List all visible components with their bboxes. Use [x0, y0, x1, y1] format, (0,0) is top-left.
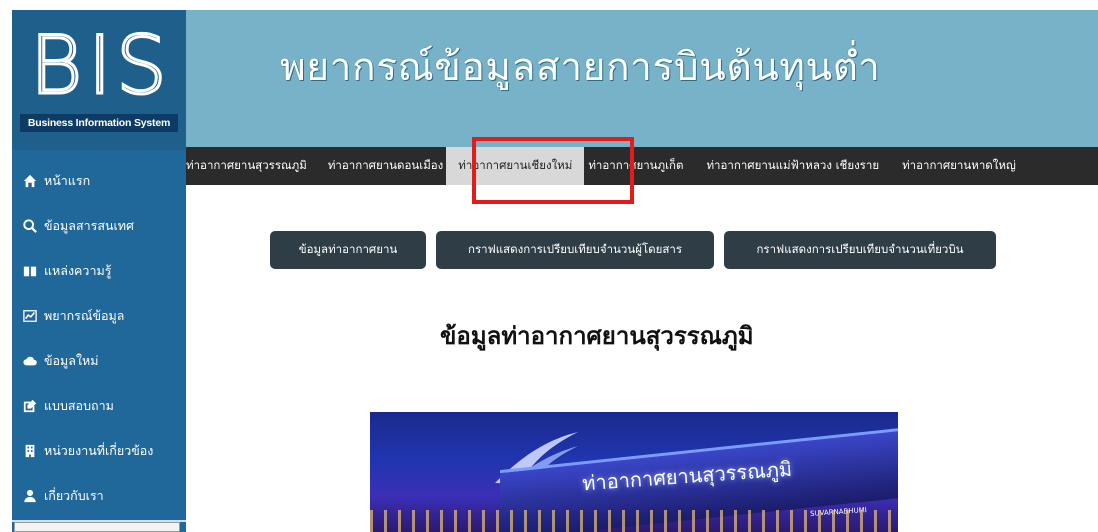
airport-photo: ท่าอากาศยานสุวรรณภูมิ SUVARNABHUMI [370, 412, 898, 532]
sidebar-item-label: ข้อมูลใหม่ [44, 352, 99, 368]
tab-don-mueang[interactable]: ท่าอากาศยานดอนเมือง [314, 147, 450, 185]
site-title: พยากรณ์ข้อมูลสายการบินต้นทุนต่ำ [280, 45, 881, 90]
content-buttons: ข้อมูลท่าอากาศยาน กราฟแสดงการเปรียบเทียบ… [270, 231, 996, 269]
sidebar-item-agencies[interactable]: หน่วยงานที่เกี่ยวข้อง [12, 428, 186, 473]
search-icon [22, 218, 38, 233]
building-icon [22, 444, 38, 458]
sidebar-item-information[interactable]: ข้อมูลสารสนเทศ [12, 203, 186, 248]
sidebar-item-label: หน่วยงานที่เกี่ยวข้อง [44, 442, 154, 458]
sidebar-item-knowledge[interactable]: แหล่งความรู้ [12, 248, 186, 293]
tab-phuket[interactable]: ท่าอากาศยานภูเก็ต [584, 147, 690, 185]
page: B I S Business Information System หน้าแร… [0, 0, 1098, 532]
sidebar-item-label: แหล่งความรู้ [44, 262, 112, 278]
tab-mae-fah-luang[interactable]: ท่าอากาศยานแม่ฟ้าหลวง เชียงราย [690, 147, 886, 185]
sidebar-item-label: แบบสอบถาม [44, 397, 114, 413]
passenger-chart-button[interactable]: กราฟแสดงการเปรียบเทียบจำนวนผู้โดยสาร [436, 231, 714, 269]
chart-icon [22, 309, 38, 323]
terminal-lights [370, 510, 898, 532]
sidebar-nav: หน้าแรก ข้อมูลสารสนเทศ แหล่งความรู้ พยาก… [12, 158, 186, 518]
sidebar-item-label: หน้าแรก [44, 172, 91, 188]
edit-icon [22, 399, 38, 413]
page-title: ข้อมูลท่าอากาศยานสุวรรณภูมิ [440, 322, 754, 350]
cloud-icon [22, 354, 38, 368]
logo-letter-i: I [87, 19, 114, 112]
bis-logo[interactable]: B I S Business Information System [12, 10, 186, 150]
sidebar: B I S Business Information System หน้าแร… [12, 10, 186, 532]
home-icon [22, 174, 38, 188]
header-banner: พยากรณ์ข้อมูลสายการบินต้นทุนต่ำ [186, 10, 1098, 147]
logo-letter-b: B [28, 19, 83, 112]
logo-tagline: Business Information System [20, 114, 178, 132]
logo-letter-s: S [115, 19, 169, 112]
sidebar-item-label: พยากรณ์ข้อมูล [44, 307, 125, 323]
sidebar-item-survey[interactable]: แบบสอบถาม [12, 383, 186, 428]
logo-letters: B I S [28, 19, 169, 112]
airport-info-button[interactable]: ข้อมูลท่าอากาศยาน [270, 231, 426, 269]
sidebar-item-home[interactable]: หน้าแรก [12, 158, 186, 203]
sidebar-item-about[interactable]: เกี่ยวกับเรา [12, 473, 186, 518]
tab-chiang-mai[interactable]: ท่าอากาศยานเชียงใหม่ [446, 147, 585, 185]
tab-suvarnabhumi[interactable]: ท่าอากาศยานสุวรรณภูมิ [186, 147, 314, 185]
flight-chart-button[interactable]: กราฟแสดงการเปรียบเทียบจำนวนเที่ยวบิน [724, 231, 996, 269]
sidebar-item-forecast[interactable]: พยากรณ์ข้อมูล [12, 293, 186, 338]
tab-hat-yai[interactable]: ท่าอากาศยานหาดใหญ่ [886, 147, 1023, 185]
airport-tabs: ท่าอากาศยานสุวรรณภูมิ ท่าอากาศยานดอนเมือ… [186, 147, 1098, 185]
book-icon [22, 264, 38, 278]
user-icon [22, 489, 38, 503]
sidebar-item-label: เกี่ยวกับเรา [44, 487, 104, 503]
sidebar-item-label: ข้อมูลสารสนเทศ [44, 217, 134, 233]
sidebar-item-new-data[interactable]: ข้อมูลใหม่ [12, 338, 186, 383]
sidebar-input[interactable] [14, 522, 180, 532]
